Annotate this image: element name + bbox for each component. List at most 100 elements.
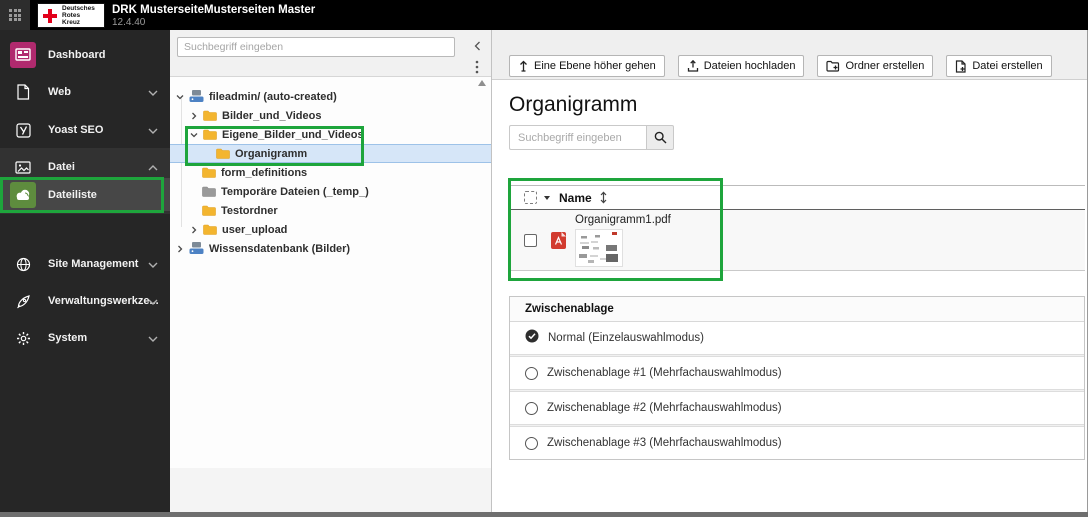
drk-logo: Deutsches Rotes Kreuz xyxy=(37,3,105,28)
chevron-down-icon xyxy=(148,255,158,273)
create-folder-button[interactable]: Ordner erstellen xyxy=(817,55,934,77)
upload-files-button[interactable]: Dateien hochladen xyxy=(677,55,805,77)
tree-search-input[interactable] xyxy=(177,37,455,57)
top-bar: Deutsches Rotes Kreuz DRK MusterseiteMus… xyxy=(0,0,1088,30)
sidebar-item-yoast-seo[interactable]: Yoast SEO xyxy=(0,112,170,148)
folder-icon xyxy=(203,110,217,121)
name-column-header[interactable]: Name xyxy=(559,191,592,205)
clipboard-option-normal[interactable]: Normal (Einzelauswahlmodus) xyxy=(510,322,1084,354)
radio-icon xyxy=(525,401,538,415)
typo3-version: 12.4.40 xyxy=(112,17,146,28)
file-search xyxy=(509,125,674,150)
radio-icon xyxy=(525,366,538,380)
selection-dropdown-icon[interactable] xyxy=(544,195,550,200)
sidebar-item-label: Web xyxy=(48,86,72,98)
tree-item-temporaere-dateien[interactable]: Temporäre Dateien (_temp_) xyxy=(170,182,491,201)
doc-header: Eine Ebene höher gehen Dateien hochladen… xyxy=(492,30,1087,80)
tree-item-testordner[interactable]: Testordner xyxy=(170,201,491,220)
sidebar-item-label: Yoast SEO xyxy=(48,124,104,136)
clipboard-title: Zwischenablage xyxy=(510,297,1084,322)
chevron-down-icon xyxy=(148,329,158,347)
logo-text: Deutsches Rotes Kreuz xyxy=(62,5,95,26)
clipboard-option-3[interactable]: Zwischenablage #3 (Mehrfachauswahlmodus) xyxy=(510,427,1084,459)
tree-item-user-upload[interactable]: user_upload xyxy=(170,220,491,239)
folder-icon xyxy=(202,167,216,178)
sidebar-item-label: Datei xyxy=(48,161,75,173)
row-checkbox[interactable] xyxy=(524,233,537,247)
sidebar-item-label: System xyxy=(48,332,88,344)
folder-icon xyxy=(216,148,230,159)
sidebar-item-site-management[interactable]: Site Management xyxy=(0,246,170,282)
storage-icon xyxy=(189,90,204,103)
scroll-up-icon[interactable] xyxy=(478,80,486,86)
chevron-expanded-icon[interactable] xyxy=(176,94,184,100)
search-icon xyxy=(654,131,666,144)
new-file-icon xyxy=(956,59,966,73)
gear-icon xyxy=(10,325,36,351)
clipboard-option-1[interactable]: Zwischenablage #1 (Mehrfachauswahlmodus) xyxy=(510,357,1084,389)
chevron-collapsed-icon[interactable] xyxy=(190,112,198,120)
level-up-button[interactable]: Eine Ebene höher gehen xyxy=(509,55,665,77)
sidebar-item-label: Site Management xyxy=(48,258,139,270)
module-sidebar: Dashboard Web Yoast SEO Datei Dateiliste… xyxy=(0,30,170,512)
tree-panel-footer xyxy=(170,468,491,512)
tree-item-organigramm[interactable]: Organigramm xyxy=(170,144,491,163)
tree-item-fileadmin[interactable]: fileadmin/ (auto-created) xyxy=(170,87,491,106)
sidebar-item-verwaltungswerkzeuge[interactable]: Verwaltungswerkze... xyxy=(0,283,170,319)
radio-icon xyxy=(525,436,538,450)
file-table-header: Name xyxy=(509,185,1085,210)
chevron-collapsed-icon[interactable] xyxy=(190,226,198,234)
create-file-button[interactable]: Datei erstellen xyxy=(946,55,1052,77)
folder-open-icon xyxy=(203,129,217,140)
file-search-input[interactable] xyxy=(509,125,646,150)
select-all-checkbox[interactable] xyxy=(524,191,537,204)
upload-icon xyxy=(687,60,698,72)
chevron-down-icon xyxy=(148,121,158,139)
dashboard-icon xyxy=(10,42,36,68)
pdf-thumbnail[interactable] xyxy=(575,228,623,267)
search-submit-button[interactable] xyxy=(646,125,674,150)
window-bottom-edge xyxy=(0,512,1088,517)
file-name[interactable]: Organigramm1.pdf xyxy=(575,214,671,226)
collapse-tree-icon[interactable] xyxy=(474,38,481,56)
tree-toolbar xyxy=(170,30,491,77)
site-title: DRK MusterseiteMusterseiten Master xyxy=(112,4,316,16)
clipboard-option-2[interactable]: Zwischenablage #2 (Mehrfachauswahlmodus) xyxy=(510,392,1084,424)
page-title: Organigramm xyxy=(509,93,638,116)
filelist-icon xyxy=(10,181,36,208)
tree-item-eigene-bilder-und-videos[interactable]: Eigene_Bilder_und_Videos xyxy=(170,125,491,144)
page-icon xyxy=(10,79,36,105)
module-menu-button[interactable] xyxy=(0,0,30,30)
chevron-up-icon xyxy=(148,158,158,176)
grid-icon xyxy=(9,9,21,21)
sidebar-item-dashboard[interactable]: Dashboard xyxy=(0,37,170,73)
check-circle-icon xyxy=(525,329,539,348)
rocket-icon xyxy=(10,288,36,314)
folder-icon xyxy=(202,205,216,216)
new-folder-icon xyxy=(826,60,840,72)
chevron-down-icon xyxy=(148,292,158,310)
chevron-down-icon xyxy=(148,83,158,101)
sidebar-item-system[interactable]: System xyxy=(0,320,170,356)
sidebar-item-label: Verwaltungswerkze... xyxy=(48,295,159,307)
tree-item-form-definitions[interactable]: form_definitions xyxy=(170,163,491,182)
level-up-icon xyxy=(520,60,527,72)
red-cross-icon xyxy=(38,8,62,24)
folder-gray-icon xyxy=(202,186,216,197)
file-tree-panel: fileadmin/ (auto-created) Bilder_und_Vid… xyxy=(170,30,492,512)
yoast-icon xyxy=(10,117,36,143)
sort-icon[interactable] xyxy=(599,191,608,204)
chevron-collapsed-icon[interactable] xyxy=(176,245,184,253)
tree-item-wissensdatenbank[interactable]: Wissensdatenbank (Bilder) xyxy=(170,239,491,258)
chevron-expanded-icon[interactable] xyxy=(190,132,198,138)
file-row-organigramm1[interactable]: Organigramm1.pdf xyxy=(509,210,1085,271)
image-icon xyxy=(10,154,36,180)
tree-body: fileadmin/ (auto-created) Bilder_und_Vid… xyxy=(170,77,491,498)
sidebar-item-web[interactable]: Web xyxy=(0,74,170,110)
sidebar-item-label: Dashboard xyxy=(48,49,106,61)
pdf-icon xyxy=(551,231,566,249)
doc-header-buttons: Eine Ebene höher gehen Dateien hochladen… xyxy=(509,55,1052,77)
sidebar-item-dateiliste[interactable]: Dateiliste xyxy=(0,178,170,211)
folder-icon xyxy=(203,224,217,235)
tree-item-bilder-und-videos[interactable]: Bilder_und_Videos xyxy=(170,106,491,125)
